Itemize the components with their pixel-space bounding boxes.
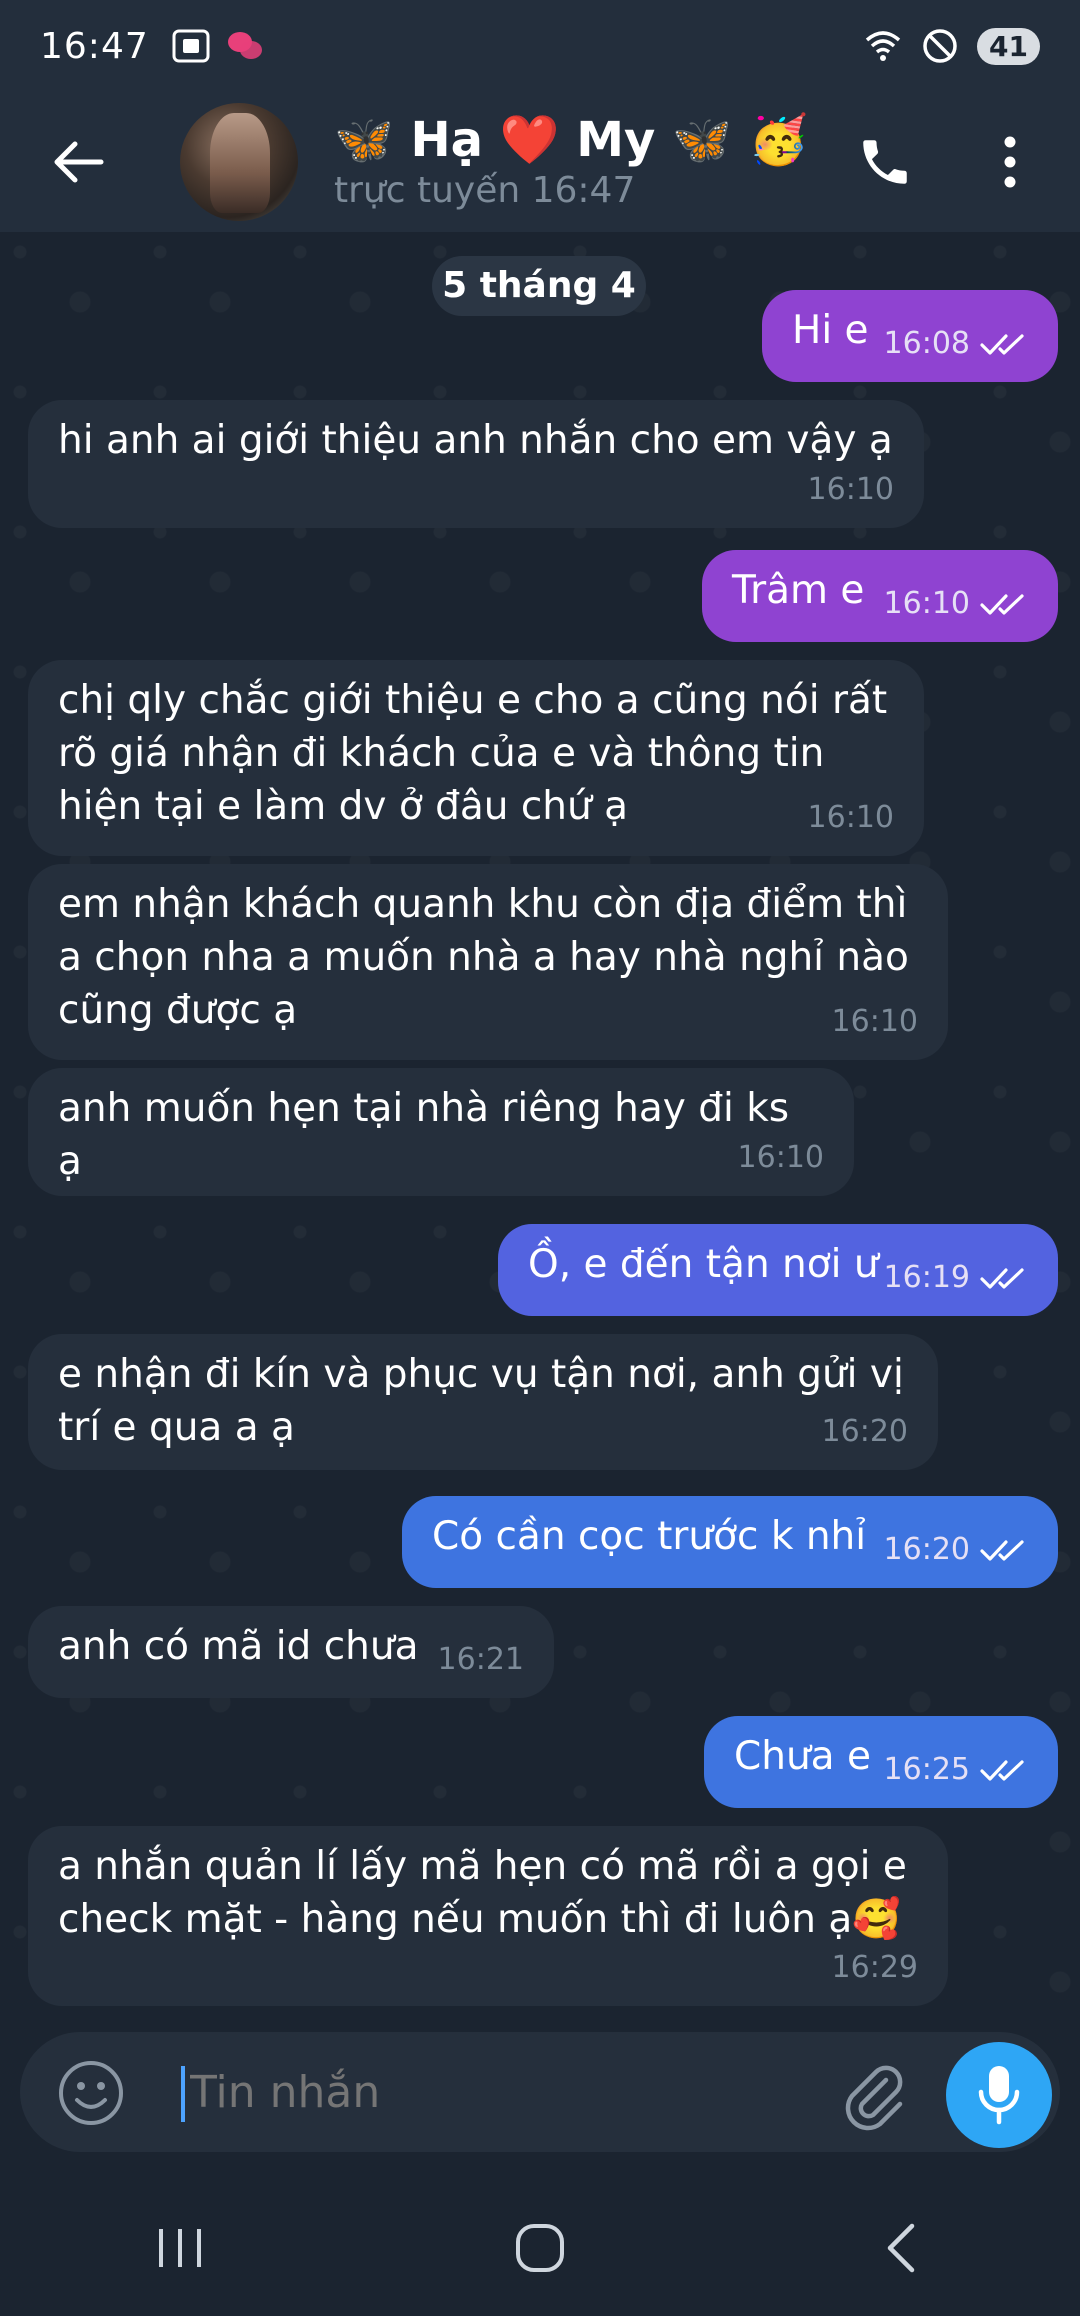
message-meta: 16:08 xyxy=(884,317,1028,370)
message-incoming[interactable]: em nhận khách quanh khu còn địa điểm thì… xyxy=(28,864,948,1060)
message-time: 16:19 xyxy=(883,1260,970,1295)
double-check-icon xyxy=(980,1267,1024,1289)
message-time: 16:10 xyxy=(807,800,894,835)
message-text: Chưa e xyxy=(734,1734,871,1779)
voice-record-button[interactable] xyxy=(946,2042,1052,2148)
message-outgoing[interactable]: Trâm e 16:10 xyxy=(702,550,1058,642)
message-outgoing[interactable]: Hi e 16:08 xyxy=(762,290,1058,382)
message-time: 16:10 xyxy=(831,1004,918,1039)
message-text: Có cần cọc trước k nhỉ xyxy=(432,1514,867,1559)
message-incoming[interactable]: anh có mã id chưa 16:21 xyxy=(28,1606,554,1698)
message-time: 16:25 xyxy=(883,1752,970,1787)
chat-bubbles-icon xyxy=(227,32,262,59)
message-text: e nhận đi kín và phục vụ tận nơi, anh gử… xyxy=(58,1352,904,1450)
attach-button[interactable] xyxy=(840,2062,910,2132)
system-back-button[interactable] xyxy=(850,2198,950,2298)
message-text: em nhận khách quanh khu còn địa điểm thì… xyxy=(58,882,909,1033)
message-composer xyxy=(20,2032,1060,2152)
status-bar: 16:47 41 xyxy=(0,0,1080,92)
date-chip: 5 tháng 4 xyxy=(432,256,646,316)
call-button[interactable] xyxy=(845,122,925,202)
message-meta: 16:10 xyxy=(808,791,894,844)
system-navigation-bar xyxy=(0,2180,1080,2316)
message-time: 16:21 xyxy=(437,1642,524,1677)
message-outgoing[interactable]: Chưa e 16:25 xyxy=(704,1716,1058,1808)
message-text: anh muốn hẹn tại nhà riêng hay đi ks ạ xyxy=(58,1086,790,1184)
screenshot-icon xyxy=(172,29,210,63)
text-caret xyxy=(181,2066,185,2122)
message-text: Trâm e xyxy=(732,568,865,613)
message-time: 16:10 xyxy=(883,586,970,621)
more-options-button[interactable] xyxy=(980,122,1040,202)
message-outgoing[interactable]: Có cần cọc trước k nhỉ 16:20 xyxy=(402,1496,1058,1588)
wifi-icon xyxy=(865,31,901,61)
message-meta: 16:10 xyxy=(832,995,918,1048)
message-incoming[interactable]: e nhận đi kín và phục vụ tận nơi, anh gử… xyxy=(28,1334,938,1470)
message-meta: 16:21 xyxy=(438,1633,524,1686)
message-time: 16:20 xyxy=(883,1532,970,1567)
message-meta: 16:29 xyxy=(832,1941,918,1994)
recent-apps-icon xyxy=(159,2229,201,2267)
avatar[interactable] xyxy=(180,103,298,221)
emoji-button[interactable] xyxy=(56,2058,126,2128)
double-check-icon xyxy=(980,333,1024,355)
message-text: a nhắn quản lí lấy mã hẹn có mã rồi a gọ… xyxy=(58,1844,907,1942)
recent-apps-button[interactable] xyxy=(130,2198,230,2298)
double-check-icon xyxy=(980,1759,1024,1781)
chevron-left-icon xyxy=(887,2223,915,2273)
message-meta: 16:10 xyxy=(884,577,1028,630)
battery-indicator: 41 xyxy=(977,27,1040,65)
paperclip-icon xyxy=(845,2065,903,2131)
message-time: 16:08 xyxy=(883,326,970,361)
more-vertical-icon xyxy=(1004,136,1016,188)
double-check-icon xyxy=(980,1539,1024,1561)
message-meta: 16:25 xyxy=(884,1743,1028,1796)
message-time: 16:29 xyxy=(831,1950,918,1985)
message-text: hi anh ai giới thiệu anh nhắn cho em vậy… xyxy=(58,418,893,463)
message-meta: 16:19 xyxy=(884,1251,1028,1304)
message-time: 16:10 xyxy=(807,472,894,507)
message-list[interactable]: 5 tháng 4 Hi e 16:08 hi anh ai giới thiệ… xyxy=(0,232,1080,2022)
message-time: 16:10 xyxy=(737,1140,824,1175)
do-not-disturb-icon xyxy=(923,29,957,63)
chat-status: trực tuyến 16:47 xyxy=(334,170,636,211)
message-text: Hi e xyxy=(792,308,869,353)
message-meta: 16:20 xyxy=(822,1405,908,1458)
message-meta: 16:10 xyxy=(738,1131,824,1184)
message-incoming[interactable]: hi anh ai giới thiệu anh nhắn cho em vậy… xyxy=(28,400,924,528)
message-incoming[interactable]: chị qly chắc giới thiệu e cho a cũng nói… xyxy=(28,660,924,856)
home-icon xyxy=(516,2224,564,2272)
home-button[interactable] xyxy=(490,2198,590,2298)
message-incoming[interactable]: a nhắn quản lí lấy mã hẹn có mã rồi a gọ… xyxy=(28,1826,948,2006)
microphone-icon xyxy=(978,2066,1020,2125)
message-time: 16:20 xyxy=(821,1414,908,1449)
status-time: 16:47 xyxy=(40,25,149,67)
message-meta: 16:20 xyxy=(884,1523,1028,1576)
message-outgoing[interactable]: Ồ, e đến tận nơi ư 16:19 xyxy=(498,1224,1058,1316)
message-meta: 16:10 xyxy=(808,463,894,516)
back-button[interactable] xyxy=(38,122,118,202)
arrow-left-icon xyxy=(54,141,104,183)
chat-title: 🦋 Hạ ❤️ My 🦋 🥳 xyxy=(334,112,809,168)
message-text: Ồ, e đến tận nơi ư xyxy=(528,1242,879,1287)
message-text: anh có mã id chưa xyxy=(58,1624,419,1669)
message-input[interactable] xyxy=(190,2058,810,2128)
double-check-icon xyxy=(980,593,1024,615)
phone-icon xyxy=(863,140,907,184)
message-text: chị qly chắc giới thiệu e cho a cũng nói… xyxy=(58,678,888,829)
chat-header: 🦋 Hạ ❤️ My 🦋 🥳 trực tuyến 16:47 xyxy=(0,92,1080,232)
smiley-icon xyxy=(59,2061,123,2125)
message-incoming[interactable]: anh muốn hẹn tại nhà riêng hay đi ks ạ 1… xyxy=(28,1068,854,1196)
chat-title-block[interactable]: 🦋 Hạ ❤️ My 🦋 🥳 trực tuyến 16:47 xyxy=(334,111,808,213)
